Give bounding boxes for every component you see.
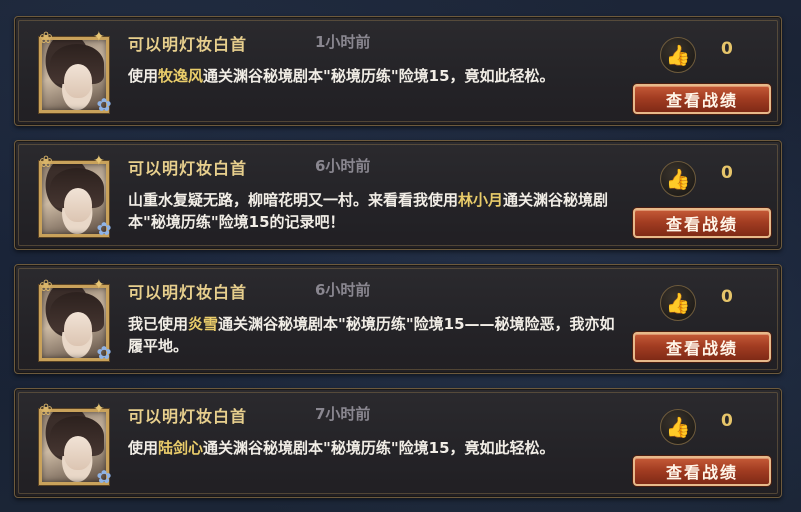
view-record-button[interactable]: 查看战绩	[633, 84, 771, 114]
like-count: 0	[721, 411, 733, 431]
record-card: ❀ ✦ ✿ 可以明灯妆白首 1小时前 使用牧逸风通关渊谷秘境剧本"秘境历练"险境…	[14, 16, 782, 126]
flower-icon: ✿	[96, 467, 112, 488]
view-record-button[interactable]: 查看战绩	[633, 332, 771, 362]
thumbs-up-icon[interactable]: 👍	[660, 161, 696, 197]
timestamp: 1小时前	[315, 33, 371, 51]
character-name: 林小月	[458, 191, 504, 209]
player-name: 可以明灯妆白首	[128, 407, 248, 426]
record-message: 使用牧逸风通关渊谷秘境剧本"秘境历练"险境15，竟如此轻松。	[128, 67, 555, 85]
character-name: 炎雪	[188, 315, 219, 333]
character-name: 牧逸风	[158, 67, 204, 85]
flower-icon: ✿	[96, 95, 112, 116]
avatar-frame[interactable]: ❀ ✦ ✿	[29, 151, 115, 243]
crown-icon: ❀	[39, 28, 53, 47]
timestamp: 6小时前	[315, 157, 371, 175]
thumbs-up-icon[interactable]: 👍	[660, 37, 696, 73]
record-card: ❀ ✦ ✿ 可以明灯妆白首 6小时前 我已使用炎雪通关渊谷秘境剧本"秘境历练"险…	[14, 264, 782, 374]
star-icon: ✦	[93, 401, 105, 417]
like-count: 0	[721, 39, 733, 59]
view-record-button[interactable]: 查看战绩	[633, 208, 771, 238]
avatar-frame[interactable]: ❀ ✦ ✿	[29, 27, 115, 119]
battle-record-list: ❀ ✦ ✿ 可以明灯妆白首 1小时前 使用牧逸风通关渊谷秘境剧本"秘境历练"险境…	[0, 0, 801, 512]
thumbs-up-icon[interactable]: 👍	[660, 285, 696, 321]
avatar-frame[interactable]: ❀ ✦ ✿	[29, 275, 115, 367]
avatar-frame[interactable]: ❀ ✦ ✿	[29, 399, 115, 491]
record-message: 山重水复疑无路，柳暗花明又一村。来看看我使用林小月通关渊谷秘境剧本"秘境历练"险…	[128, 191, 609, 231]
character-name: 陆剑心	[158, 439, 204, 457]
record-message: 使用陆剑心通关渊谷秘境剧本"秘境历练"险境15，竟如此轻松。	[128, 439, 555, 457]
record-card: ❀ ✦ ✿ 可以明灯妆白首 6小时前 山重水复疑无路，柳暗花明又一村。来看看我使…	[14, 140, 782, 250]
player-name: 可以明灯妆白首	[128, 159, 248, 178]
star-icon: ✦	[93, 277, 105, 293]
like-count: 0	[721, 287, 733, 307]
crown-icon: ❀	[39, 400, 53, 419]
flower-icon: ✿	[96, 343, 112, 364]
crown-icon: ❀	[39, 152, 53, 171]
star-icon: ✦	[93, 29, 105, 45]
record-message: 我已使用炎雪通关渊谷秘境剧本"秘境历练"险境15——秘境险恶，我亦如履平地。	[128, 315, 615, 355]
thumbs-up-icon[interactable]: 👍	[660, 409, 696, 445]
flower-icon: ✿	[96, 219, 112, 240]
like-count: 0	[721, 163, 733, 183]
record-card: ❀ ✦ ✿ 可以明灯妆白首 7小时前 使用陆剑心通关渊谷秘境剧本"秘境历练"险境…	[14, 388, 782, 498]
view-record-button[interactable]: 查看战绩	[633, 456, 771, 486]
player-name: 可以明灯妆白首	[128, 283, 248, 302]
crown-icon: ❀	[39, 276, 53, 295]
star-icon: ✦	[93, 153, 105, 169]
timestamp: 7小时前	[315, 405, 371, 423]
timestamp: 6小时前	[315, 281, 371, 299]
player-name: 可以明灯妆白首	[128, 35, 248, 54]
